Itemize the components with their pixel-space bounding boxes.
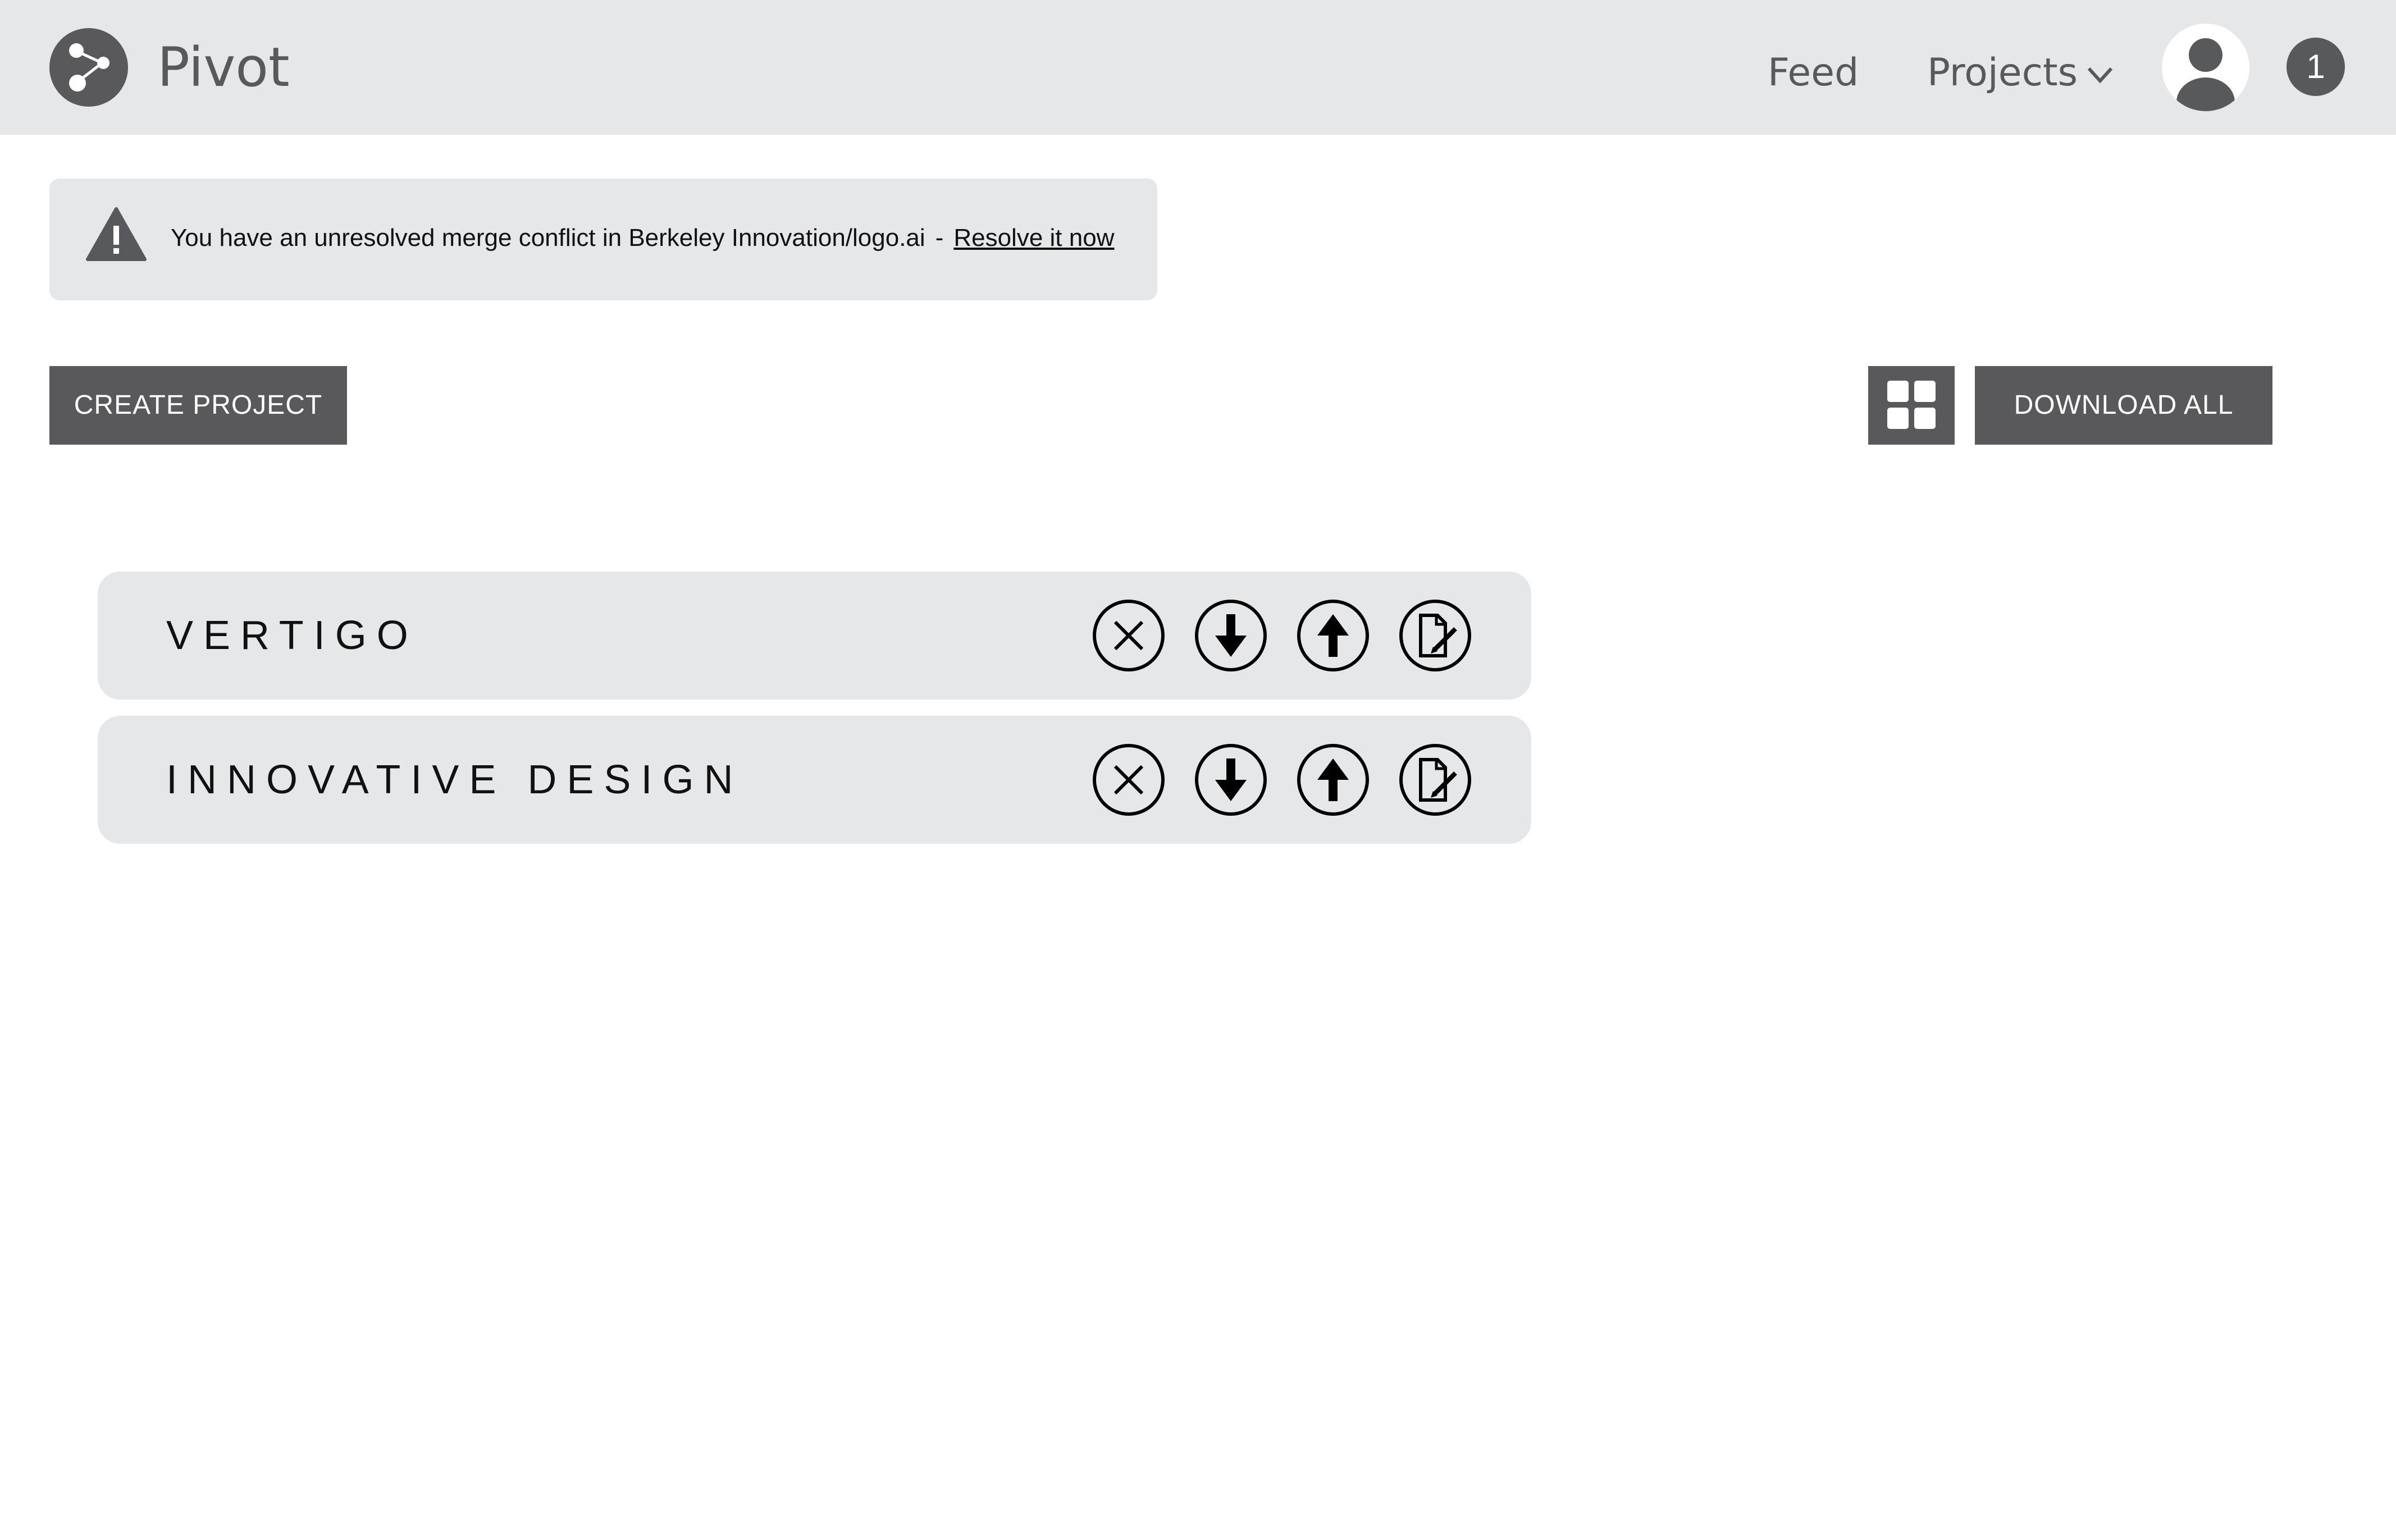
user-avatar[interactable] <box>2162 24 2249 111</box>
upload-project-button[interactable] <box>1296 743 1370 817</box>
download-all-button[interactable]: DOWNLOAD ALL <box>1975 366 2272 445</box>
close-icon <box>1093 744 1165 816</box>
chevron-down-icon <box>2087 67 2113 84</box>
arrow-down-icon <box>1195 600 1267 671</box>
grid-view-button[interactable] <box>1868 366 1955 445</box>
resolve-now-link[interactable]: Resolve it now <box>953 224 1114 252</box>
project-name: INNOVATIVE DESIGN <box>166 757 743 802</box>
alert-message-text: You have an unresolved merge conflict in… <box>171 224 925 252</box>
arrow-down-icon <box>1195 744 1267 816</box>
delete-project-button[interactable] <box>1092 598 1166 673</box>
delete-project-button[interactable] <box>1092 743 1166 817</box>
edit-document-icon <box>1399 600 1471 671</box>
notification-badge[interactable]: 1 <box>2287 38 2345 96</box>
download-project-button[interactable] <box>1194 743 1268 817</box>
warning-icon <box>86 207 147 261</box>
top-nav-bar: Pivot Feed Projects 1 <box>0 0 2396 135</box>
create-project-button[interactable]: CREATE PROJECT <box>49 366 347 445</box>
alert-separator: - <box>935 224 944 252</box>
nav-projects-label: Projects <box>1927 51 2078 95</box>
edit-document-icon <box>1399 744 1471 816</box>
alert-message: You have an unresolved merge conflict in… <box>171 221 1114 255</box>
project-name: VERTIGO <box>166 613 418 658</box>
close-icon <box>1093 600 1165 671</box>
brand-name: Pivot <box>157 36 290 99</box>
nav-feed-link[interactable]: Feed <box>1768 47 1859 99</box>
grid-view-icon <box>1887 381 1936 429</box>
project-card[interactable]: INNOVATIVE DESIGN <box>98 716 1531 844</box>
edit-project-button[interactable] <box>1398 743 1472 817</box>
project-card[interactable]: VERTIGO <box>98 572 1531 700</box>
arrow-up-icon <box>1297 600 1369 671</box>
arrow-up-icon <box>1297 744 1369 816</box>
download-project-button[interactable] <box>1194 598 1268 673</box>
nav-projects-dropdown[interactable]: Projects <box>1927 47 2114 99</box>
edit-project-button[interactable] <box>1398 598 1472 673</box>
share-logo-icon[interactable] <box>49 28 128 107</box>
upload-project-button[interactable] <box>1296 598 1370 673</box>
user-icon <box>2176 38 2235 111</box>
merge-conflict-alert: You have an unresolved merge conflict in… <box>49 179 1157 300</box>
